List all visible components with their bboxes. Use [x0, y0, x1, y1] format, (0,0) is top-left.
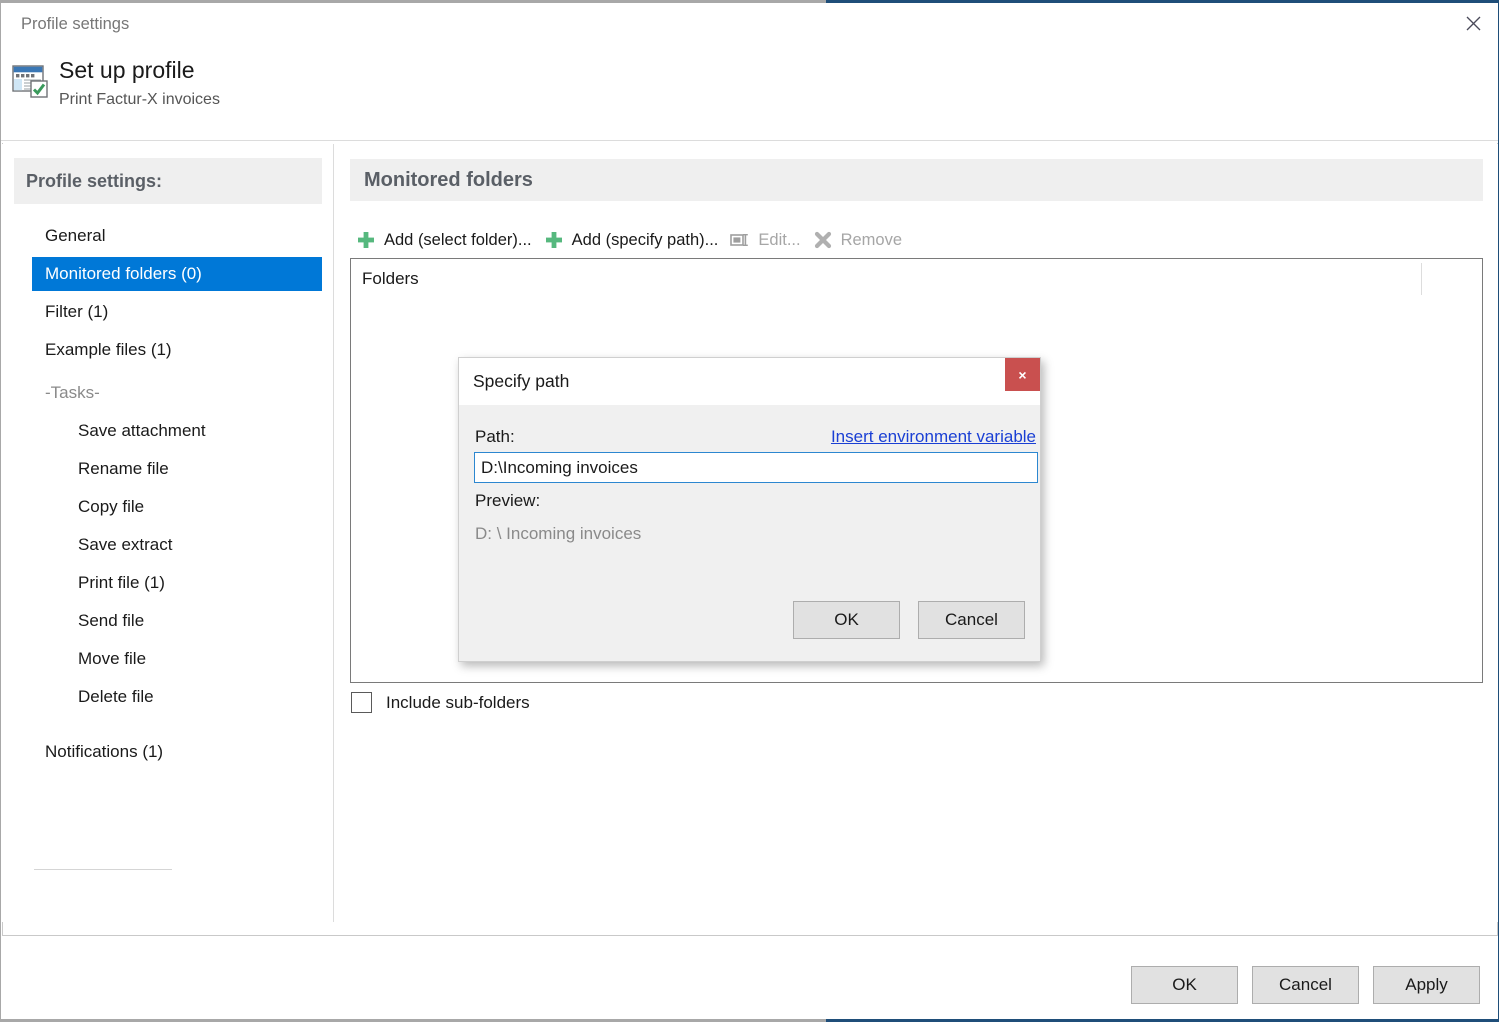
window-title: Profile settings: [21, 15, 130, 33]
path-input[interactable]: [474, 452, 1038, 483]
checkbox-box[interactable]: [351, 692, 372, 713]
sidebar-item-copy-file[interactable]: Copy file: [32, 490, 322, 524]
sidebar-item-label: Move file: [78, 649, 147, 668]
sidebar-item-save-extract[interactable]: Save extract: [32, 528, 322, 562]
sidebar-item-label: Notifications (1): [45, 742, 164, 761]
sidebar-item-save-attachment[interactable]: Save attachment: [32, 414, 322, 448]
close-icon[interactable]: [1450, 5, 1496, 41]
plus-icon: [358, 232, 374, 248]
sidebar-item-send-file[interactable]: Send file: [32, 604, 322, 638]
sidebar-section-tasks: -Tasks-: [32, 376, 322, 410]
preview-label: Preview:: [475, 491, 541, 510]
sidebar-item-label: Print file (1): [78, 573, 165, 592]
include-subfolders-label: Include sub-folders: [386, 692, 530, 712]
sidebar-item-example-files[interactable]: Example files (1): [32, 333, 322, 367]
sidebar-item-label: Send file: [78, 611, 145, 630]
insert-environment-variable-link[interactable]: Insert environment variable: [831, 427, 1036, 447]
sidebar-item-label: Delete file: [78, 687, 154, 706]
dialog-buttons: OK Cancel: [793, 601, 1025, 639]
profile-window-icon: [12, 62, 48, 98]
section-header: Monitored folders: [350, 159, 1483, 201]
sidebar-divider: [34, 869, 172, 870]
sidebar-section-label: -Tasks-: [45, 383, 100, 402]
sidebar-item-print-file[interactable]: Print file (1): [32, 566, 322, 600]
page-header: Set up profile Print Factur-X invoices: [1, 48, 1498, 141]
plus-icon: [545, 232, 562, 248]
folders-column-header[interactable]: Folders: [351, 259, 1482, 302]
dialog-ok-button[interactable]: OK: [793, 601, 900, 639]
dialog-cancel-label: Cancel: [945, 610, 998, 629]
remove-button: Remove: [807, 223, 908, 257]
folders-column-label: Folders: [362, 269, 419, 288]
sidebar-header-label: Profile settings:: [26, 170, 163, 191]
column-resize-handle[interactable]: [1421, 263, 1422, 295]
window-titlebar: Profile settings: [1, 3, 1498, 48]
add-specify-path-label: Add (specify path)...: [571, 230, 719, 249]
page-subtitle: Print Factur-X invoices: [59, 91, 220, 108]
sidebar-item-label: Example files (1): [45, 340, 172, 359]
section-title: Monitored folders: [364, 168, 533, 191]
dialog-titlebar: Specify path ×: [459, 358, 1040, 405]
cancel-button-label: Cancel: [1279, 975, 1332, 994]
page-title: Set up profile: [59, 57, 195, 83]
sidebar: Profile settings: General Monitored fold…: [2, 144, 334, 922]
header-divider: [1, 140, 1498, 141]
dialog-title: Specify path: [473, 371, 570, 391]
footer-buttons: OK Cancel Apply: [1131, 966, 1480, 1004]
profile-settings-window: Profile settings Set up profile Print Fa…: [0, 0, 1499, 1022]
apply-button-label: Apply: [1405, 975, 1448, 994]
folders-toolbar: Add (select folder)... Add (specify path…: [350, 222, 908, 258]
add-select-folder-button[interactable]: Add (select folder)...: [350, 223, 538, 257]
add-select-folder-label: Add (select folder)...: [384, 230, 532, 249]
sidebar-item-label: Filter (1): [45, 302, 109, 321]
sidebar-item-filter[interactable]: Filter (1): [32, 295, 322, 329]
remove-x-icon: [814, 231, 831, 249]
specify-path-dialog: Specify path × Path: Insert environment …: [458, 357, 1041, 662]
dialog-close-icon[interactable]: ×: [1005, 358, 1040, 391]
edit-label: Edit...: [758, 230, 801, 249]
add-specify-path-button[interactable]: Add (specify path)...: [538, 223, 725, 257]
edit-icon: [730, 234, 749, 246]
sidebar-item-rename-file[interactable]: Rename file: [32, 452, 322, 486]
sidebar-item-notifications[interactable]: Notifications (1): [32, 735, 322, 769]
ok-button[interactable]: OK: [1131, 966, 1238, 1004]
sidebar-item-delete-file[interactable]: Delete file: [32, 680, 322, 714]
sidebar-item-general[interactable]: General: [32, 219, 322, 253]
remove-label: Remove: [840, 230, 903, 249]
sidebar-item-label: Save attachment: [78, 421, 206, 440]
dialog-ok-label: OK: [834, 610, 859, 629]
preview-value: D: \ Incoming invoices: [475, 524, 642, 543]
sidebar-item-label: Save extract: [78, 535, 173, 554]
sidebar-item-move-file[interactable]: Move file: [32, 642, 322, 676]
path-label: Path:: [475, 427, 515, 446]
include-subfolders-checkbox[interactable]: Include sub-folders: [351, 692, 530, 713]
sidebar-item-label: General: [45, 226, 106, 245]
cancel-button[interactable]: Cancel: [1252, 966, 1359, 1004]
edit-button: Edit...: [724, 223, 806, 257]
sidebar-item-monitored-folders[interactable]: Monitored folders (0): [32, 257, 322, 291]
dialog-cancel-button[interactable]: Cancel: [918, 601, 1025, 639]
sidebar-item-label: Rename file: [78, 459, 169, 478]
ok-button-label: OK: [1172, 975, 1197, 994]
sidebar-header: Profile settings:: [14, 158, 322, 204]
sidebar-item-label: Copy file: [78, 497, 145, 516]
apply-button[interactable]: Apply: [1373, 966, 1480, 1004]
sidebar-item-label: Monitored folders (0): [45, 264, 202, 283]
